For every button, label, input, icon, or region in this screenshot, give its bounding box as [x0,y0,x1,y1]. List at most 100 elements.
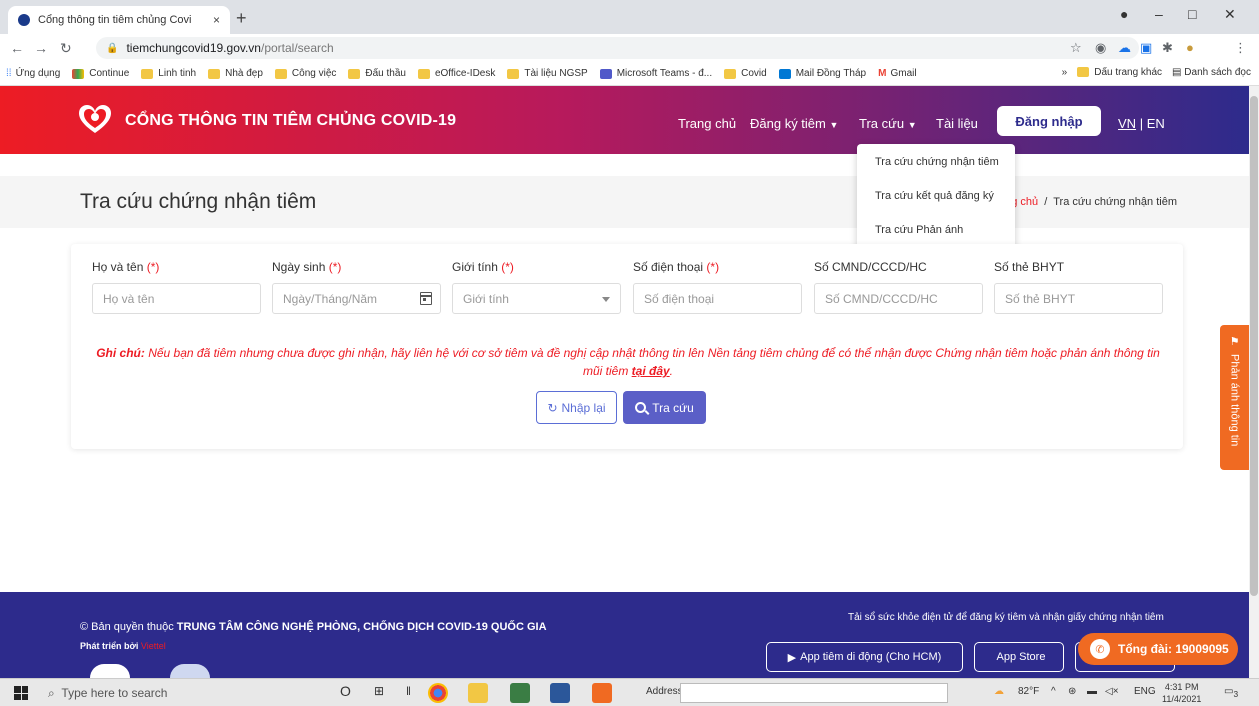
close-window-icon[interactable]: ✕ [1224,6,1236,23]
menu-kebab-icon[interactable]: ⋮ [1234,40,1247,56]
breadcrumb-home[interactable]: g chủ [1011,196,1038,208]
notification-icon[interactable]: ▭3 [1224,686,1238,699]
forward-icon[interactable]: → [34,40,48,56]
cloud-extension-icon[interactable]: ☁ [1118,40,1131,56]
scrollbar-thumb[interactable] [1250,96,1258,596]
lang-vn[interactable]: VN [1118,116,1136,131]
word-icon[interactable] [550,683,570,703]
bookmarks-more-icon[interactable]: » [1062,67,1068,78]
bookmark-item[interactable]: Công việc [274,68,336,79]
continue-icon [72,68,85,79]
search-button[interactable]: Tra cứu [623,391,706,424]
placeholder: Số điện thoại [644,291,715,306]
cast-extension-icon[interactable]: ▣ [1140,40,1152,56]
nav-home[interactable]: Trang chủ [678,116,736,131]
bookmark-apps[interactable]: ⁞⁞ Ứng dụng [6,68,60,79]
breadcrumb-separator: / [1044,196,1048,208]
zalo-icon[interactable] [592,683,612,703]
feedback-icon: ⚑ [1229,336,1240,348]
site-footer: © Bản quyền thuộc TRUNG TÂM CÔNG NGHỆ PH… [0,592,1249,678]
feedback-side-tab[interactable]: ⚑ Phản ánh thông tin [1220,325,1249,470]
phone-input[interactable]: Số điện thoại [633,283,802,314]
bookmark-item[interactable]: M Gmail [878,68,916,79]
gender-select[interactable]: Giới tính [452,283,621,314]
tab-close-icon[interactable]: × [213,13,220,27]
lang-en[interactable]: EN [1147,116,1165,131]
task-view-icon[interactable]: ⊞ [374,684,384,698]
tray-chevron-icon[interactable]: ^ [1051,686,1056,697]
page-scrollbar[interactable] [1249,86,1259,678]
back-icon[interactable]: ← [10,40,24,56]
required-mark: (*) [706,260,720,274]
browser-tab[interactable]: Cổng thông tin tiêm chủng Covi × [8,6,230,34]
hotline-button[interactable]: ✆ Tổng đài: 19009095 [1078,633,1238,665]
app-hcm-button[interactable]: ▶ App tiêm di động (Cho HCM) [766,642,963,672]
network-icon[interactable]: ⊛ [1068,686,1076,697]
windows-start-icon[interactable] [14,686,28,700]
input-language[interactable]: ENG [1134,686,1156,697]
cortana-icon[interactable]: O [340,683,351,699]
address-bar[interactable]: 🔒 tiemchungcovid19.gov.vn/portal/search [96,37,1139,59]
copyright: © Bản quyền thuộc TRUNG TÂM CÔNG NGHỆ PH… [80,621,547,633]
bookmark-item[interactable]: Tài liệu NGSP [507,68,588,79]
browser-toolbar: ← → ↻ 🔒 tiemchungcovid19.gov.vn/portal/s… [0,34,1259,62]
minimize-icon[interactable]: – [1155,6,1163,22]
bookmark-item[interactable]: Đấu thầu [348,68,406,79]
reading-list-label: Danh sách đọc [1184,67,1251,78]
clock[interactable]: 4:31 PM 11/4/2021 [1162,681,1201,705]
reading-list[interactable]: ▤ Danh sách đọc [1172,67,1251,78]
profile-icon[interactable]: ● [1120,6,1128,22]
site-logo-icon[interactable] [78,104,112,134]
chrome-icon[interactable] [428,683,448,703]
label-text: Số thẻ BHYT [994,260,1065,274]
nav-register[interactable]: Đăng ký tiêm ▼ [750,116,838,131]
app-icon[interactable] [510,683,530,703]
dropdown-item-registration[interactable]: Tra cứu kết quả đăng ký [857,190,1015,224]
file-explorer-icon[interactable] [468,683,488,703]
dropdown-item-certificate[interactable]: Tra cứu chứng nhận tiêm [857,156,1015,190]
volume-icon[interactable]: ◁× [1105,686,1119,697]
puzzle-extensions-icon[interactable]: ✱ [1162,40,1173,56]
gmail-icon: M [878,68,887,79]
nav-lookup[interactable]: Tra cứu ▼ [859,116,917,131]
battery-icon[interactable]: ▬ [1087,686,1097,697]
taskbar-search[interactable]: ⌕ Type here to search [48,686,167,701]
placeholder: Số thẻ BHYT [1005,291,1076,306]
page-title: Tra cứu chứng nhận tiêm [80,190,317,213]
site-title[interactable]: CỔNG THÔNG TIN TIÊM CHỦNG COVID-19 [125,112,456,130]
bookmark-item[interactable]: Linh tinh [141,68,196,79]
bookmark-item[interactable]: eOffice-IDesk [417,68,495,79]
nav-docs[interactable]: Tài liệu [936,116,978,131]
reload-icon[interactable]: ↻ [60,40,72,57]
app-store-button[interactable]: App Store [974,642,1064,672]
bookmark-item[interactable]: Nhà đẹp [208,68,263,79]
bookmark-item[interactable]: Mail Đồng Tháp [778,68,866,79]
weather-temp[interactable]: 82°F [1018,686,1039,697]
note-link[interactable]: tại đây [632,364,670,378]
login-button[interactable]: Đăng nhập [997,106,1101,136]
placeholder: Số CMND/CCCD/HC [825,291,938,306]
bookmark-item[interactable]: Continue [72,68,129,79]
dob-input[interactable]: Ngày/Tháng/Năm [272,283,441,314]
folder-icon [507,68,520,79]
maximize-icon[interactable]: □ [1188,6,1196,22]
fullname-input[interactable]: Họ và tên [92,283,261,314]
teams-icon [599,68,612,79]
id-number-input[interactable]: Số CMND/CCCD/HC [814,283,983,314]
avatar-icon[interactable]: ● [1186,40,1194,55]
clock-time: 4:31 PM [1164,682,1199,692]
nav-register-label: Đăng ký tiêm [750,116,826,131]
reset-button[interactable]: ↻ Nhập lại [536,391,617,424]
new-tab-icon[interactable]: + [236,8,247,29]
bookmark-star-icon[interactable]: ☆ [1070,40,1082,56]
dev-brand[interactable]: Viettel [141,641,166,651]
bookmark-item[interactable]: Covid [724,68,767,79]
extension-icon[interactable]: ◉ [1095,40,1106,56]
calendar-icon[interactable] [420,292,432,305]
address-toolbar-input[interactable] [680,683,948,703]
bookmark-item[interactable]: Microsoft Teams - đ... [599,68,712,79]
other-bookmarks[interactable]: Dấu trang khác [1077,67,1162,78]
folder-icon [348,68,361,79]
insurance-input[interactable]: Số thẻ BHYT [994,283,1163,314]
search-form-card: Họ và tên (*) Họ và tên Ngày sinh (*) Ng… [71,244,1183,449]
